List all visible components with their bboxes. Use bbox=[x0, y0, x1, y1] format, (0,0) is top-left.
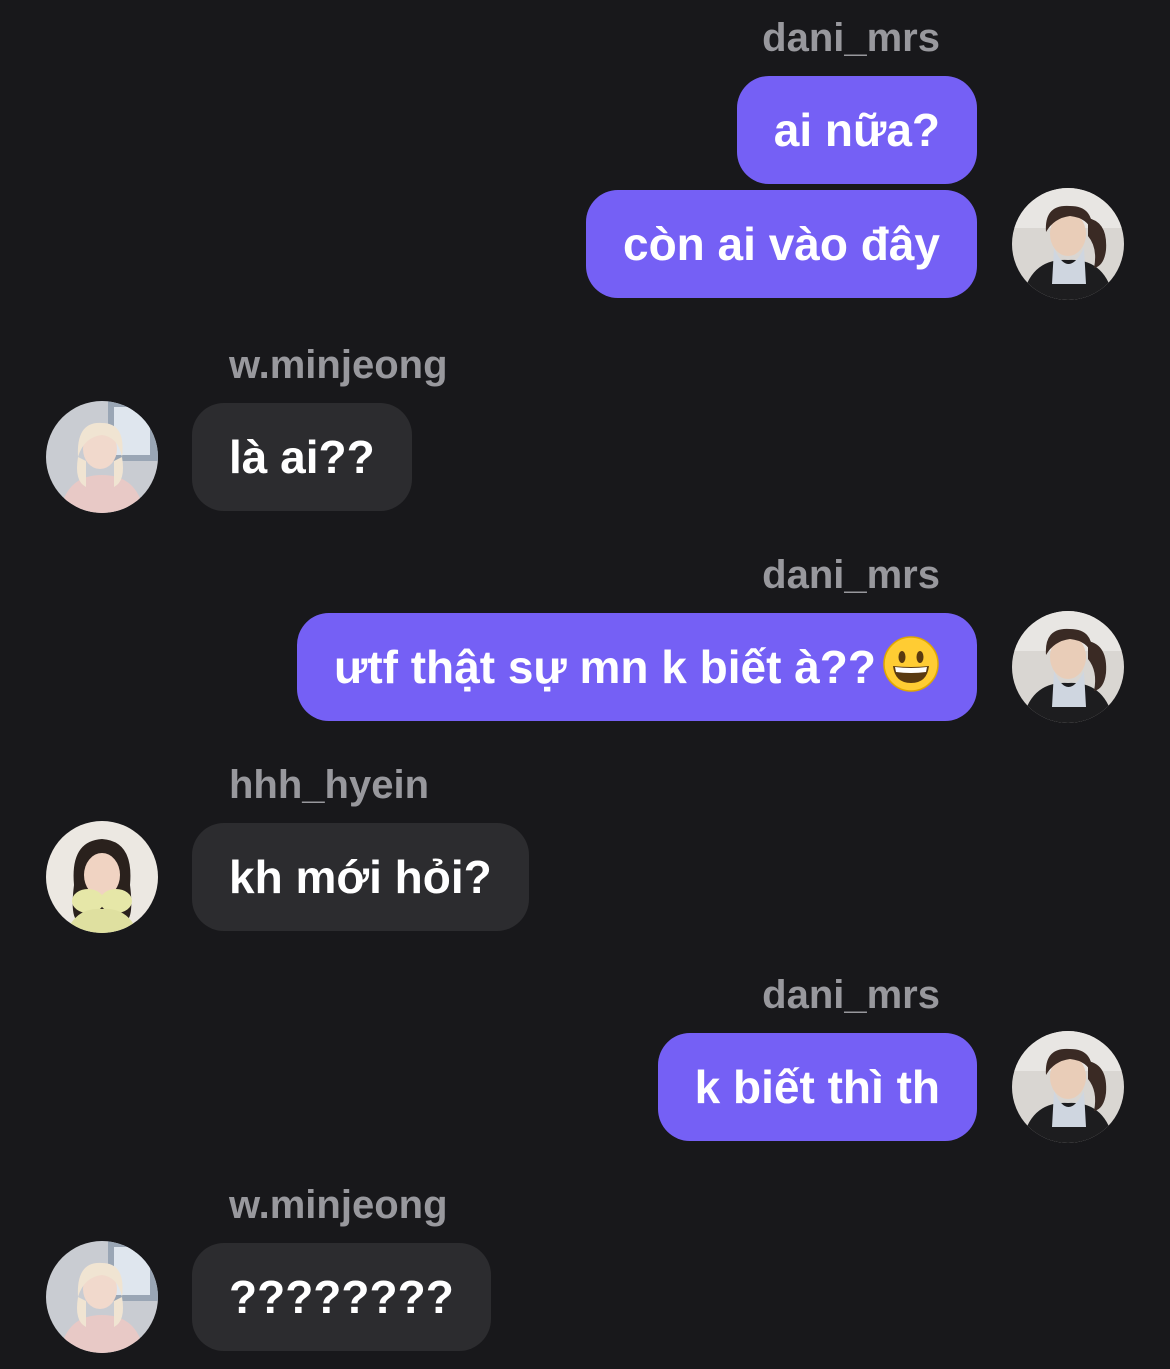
avatar-dani-mrs[interactable] bbox=[1012, 188, 1124, 300]
sender-username: dani_mrs bbox=[762, 16, 940, 60]
sender-username: w.minjeong bbox=[229, 343, 448, 387]
message-bubble-outgoing[interactable]: còn ai vào đây bbox=[585, 190, 977, 298]
avatar-w-minjeong[interactable] bbox=[46, 1241, 158, 1353]
message-bubble-outgoing[interactable]: ai nữa? bbox=[736, 76, 977, 184]
message-bubble-incoming[interactable]: ???????? bbox=[192, 1243, 491, 1351]
message-bubble-outgoing[interactable]: k biết thì th bbox=[657, 1033, 977, 1141]
message-bubble-incoming[interactable]: kh mới hỏi? bbox=[192, 823, 529, 931]
sender-username: dani_mrs bbox=[762, 973, 940, 1017]
message-bubble-outgoing[interactable]: ưtf thật sự mn k biết à?? bbox=[297, 613, 977, 721]
sender-username: dani_mrs bbox=[762, 553, 940, 597]
avatar-hhh-hyein[interactable] bbox=[46, 821, 158, 933]
sender-username: hhh_hyein bbox=[229, 763, 430, 807]
avatar-w-minjeong[interactable] bbox=[46, 401, 158, 513]
avatar-dani-mrs[interactable] bbox=[1012, 611, 1124, 723]
sender-username: w.minjeong bbox=[229, 1183, 448, 1227]
message-bubble-incoming[interactable]: là ai?? bbox=[192, 403, 412, 511]
message-text: ưtf thật sự mn k biết à?? bbox=[334, 641, 876, 693]
chat-thread[interactable]: dani_mrs ai nữa? còn ai vào đây w.minjeo… bbox=[0, 0, 1170, 1369]
avatar-dani-mrs[interactable] bbox=[1012, 1031, 1124, 1143]
grinning-face-emoji-icon bbox=[882, 635, 940, 693]
